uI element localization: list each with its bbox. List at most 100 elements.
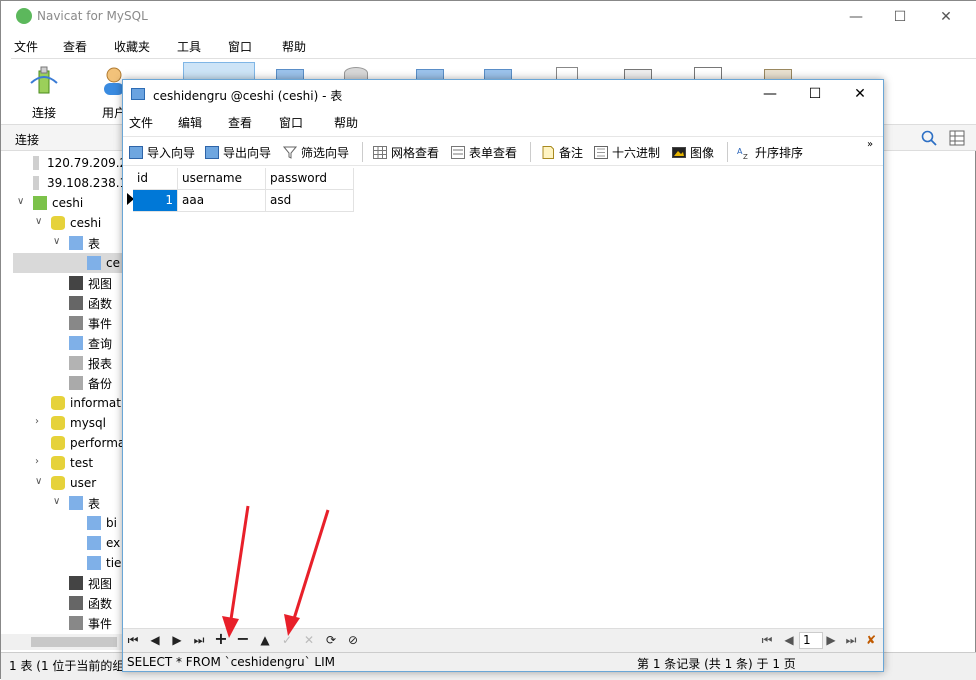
data-grid: id username password 1 aaa asd xyxy=(127,168,357,213)
tree-item[interactable]: ceshi xyxy=(51,213,101,233)
child-close-icon[interactable]: ✕ xyxy=(837,80,883,108)
scrollbar-thumb[interactable] xyxy=(31,637,117,647)
collapse-chevron-icon[interactable]: ∨ xyxy=(35,216,42,227)
minimize-icon[interactable]: — xyxy=(833,1,879,32)
cell-password[interactable]: asd xyxy=(266,190,354,212)
memo-button[interactable]: 备注 xyxy=(541,144,583,161)
menu-view[interactable]: 查看 xyxy=(63,38,87,55)
child-menu-file[interactable]: 文件 xyxy=(129,114,153,131)
menu-favorites[interactable]: 收藏夹 xyxy=(114,38,150,55)
tree-item[interactable]: 查询 xyxy=(69,333,112,353)
previous-page-icon[interactable]: ◀ xyxy=(781,633,797,647)
tree-item[interactable]: 120.79.209.2 xyxy=(33,153,122,173)
export-wizard-button[interactable]: 导出向导 xyxy=(205,144,271,161)
sort-asc-button[interactable]: AZ 升序排序 xyxy=(737,144,803,161)
connect-label: 连接 xyxy=(31,106,56,120)
tree-item[interactable]: 备份 xyxy=(69,373,112,393)
close-icon[interactable]: ✕ xyxy=(923,1,969,32)
tree-item-label: performa xyxy=(70,436,123,450)
collapse-chevron-icon[interactable]: ∨ xyxy=(53,236,60,247)
event-icon xyxy=(69,616,83,630)
tree-item[interactable]: 表 xyxy=(69,493,100,513)
tree-item[interactable]: informat xyxy=(51,393,121,413)
tree-item[interactable]: performa xyxy=(51,433,123,453)
memo-label: 备注 xyxy=(559,146,584,160)
page-number-input[interactable]: 1 xyxy=(799,632,823,649)
column-header-id[interactable]: id xyxy=(133,168,178,190)
first-record-icon[interactable]: ⏮ xyxy=(125,633,141,648)
refresh-icon[interactable]: ⟳ xyxy=(323,633,339,647)
stop-icon[interactable]: ⊘ xyxy=(345,633,361,647)
child-menu-window[interactable]: 窗口 xyxy=(279,114,303,131)
form-view-icon xyxy=(451,146,465,159)
toolbar-overflow-icon[interactable]: » xyxy=(867,139,873,150)
search-icon[interactable] xyxy=(921,130,937,146)
maximize-icon[interactable]: ☐ xyxy=(877,1,923,32)
collapse-chevron-icon[interactable]: ∨ xyxy=(35,476,42,487)
first-page-icon[interactable]: ⏮ xyxy=(759,633,775,648)
tree-item[interactable]: 函数 xyxy=(69,593,112,613)
tree-item[interactable]: 报表 xyxy=(69,353,112,373)
tree-item[interactable]: test xyxy=(51,453,93,473)
last-page-icon[interactable]: ⏭ xyxy=(843,633,859,648)
form-view-button[interactable]: 表单查看 xyxy=(451,144,517,161)
tree-item[interactable]: 表 xyxy=(69,233,100,253)
filter-wizard-label: 筛选向导 xyxy=(301,146,350,160)
tree-item[interactable]: tie xyxy=(87,553,121,573)
next-record-icon[interactable]: ▶ xyxy=(169,633,185,647)
tree-item[interactable]: bi xyxy=(87,513,117,533)
tree-item[interactable]: 事件 xyxy=(69,313,112,333)
column-header-username[interactable]: username xyxy=(178,168,266,190)
last-record-icon[interactable]: ⏭ xyxy=(191,633,207,648)
menu-file[interactable]: 文件 xyxy=(14,38,38,55)
database-icon xyxy=(51,456,65,470)
sort-asc-label: 升序排序 xyxy=(755,146,804,160)
cell-username[interactable]: aaa xyxy=(178,190,266,212)
child-maximize-icon[interactable]: ☐ xyxy=(792,80,838,108)
tree-item[interactable]: 函数 xyxy=(69,293,112,313)
tree-item[interactable]: 39.108.238.1 xyxy=(33,173,122,193)
settings-grid-icon[interactable] xyxy=(949,130,965,146)
next-page-icon[interactable]: ▶ xyxy=(823,633,839,647)
previous-record-icon[interactable]: ◀ xyxy=(147,633,163,647)
child-menu-help[interactable]: 帮助 xyxy=(334,114,358,131)
tree-item[interactable]: 视图 xyxy=(69,273,112,293)
expand-chevron-icon[interactable]: › xyxy=(35,416,39,427)
hex-button[interactable]: 十六进制 xyxy=(594,144,660,161)
import-wizard-button[interactable]: 导入向导 xyxy=(129,144,195,161)
database-icon xyxy=(51,216,65,230)
apply-changes-icon[interactable]: ✓ xyxy=(279,633,295,647)
menu-window[interactable]: 窗口 xyxy=(228,38,252,55)
tree-item-label: ceshi xyxy=(70,216,102,230)
view-icon xyxy=(69,576,83,590)
collapse-chevron-icon[interactable]: ∨ xyxy=(17,196,24,207)
grid-view-button[interactable]: 网格查看 xyxy=(373,144,439,161)
tree-item[interactable]: ceshi xyxy=(33,193,83,213)
child-menu-view[interactable]: 查看 xyxy=(228,114,252,131)
tree-item[interactable]: 事件 xyxy=(69,613,112,631)
tree-item[interactable]: 视图 xyxy=(69,573,112,593)
tree-item[interactable]: ex xyxy=(87,533,120,553)
connect-button[interactable]: 连接 xyxy=(13,59,75,125)
tree-item-label: user xyxy=(70,476,97,490)
add-record-icon[interactable]: + xyxy=(213,629,229,648)
cell-id[interactable]: 1 xyxy=(133,190,178,212)
collapse-chevron-icon[interactable]: ∨ xyxy=(53,496,60,507)
filter-wizard-button[interactable]: 筛选向导 xyxy=(283,144,349,161)
expand-chevron-icon[interactable]: › xyxy=(35,456,39,467)
tree-item[interactable]: ce xyxy=(13,253,122,273)
child-menu-edit[interactable]: 编辑 xyxy=(178,114,202,131)
menu-tools[interactable]: 工具 xyxy=(177,38,201,55)
tree-item[interactable]: mysql xyxy=(51,413,106,433)
export-icon xyxy=(205,146,219,159)
tree-item[interactable]: user xyxy=(51,473,96,493)
edit-record-icon[interactable]: ▲ xyxy=(257,633,273,647)
discard-changes-icon[interactable]: ✕ xyxy=(301,633,317,647)
column-header-password[interactable]: password xyxy=(266,168,354,190)
page-settings-icon[interactable]: ✘ xyxy=(863,633,879,647)
image-button[interactable]: 图像 xyxy=(672,144,714,161)
delete-record-icon[interactable]: − xyxy=(235,629,251,648)
tree-horizontal-scrollbar[interactable] xyxy=(1,634,123,650)
menu-help[interactable]: 帮助 xyxy=(282,38,306,55)
child-minimize-icon[interactable]: — xyxy=(747,80,793,108)
